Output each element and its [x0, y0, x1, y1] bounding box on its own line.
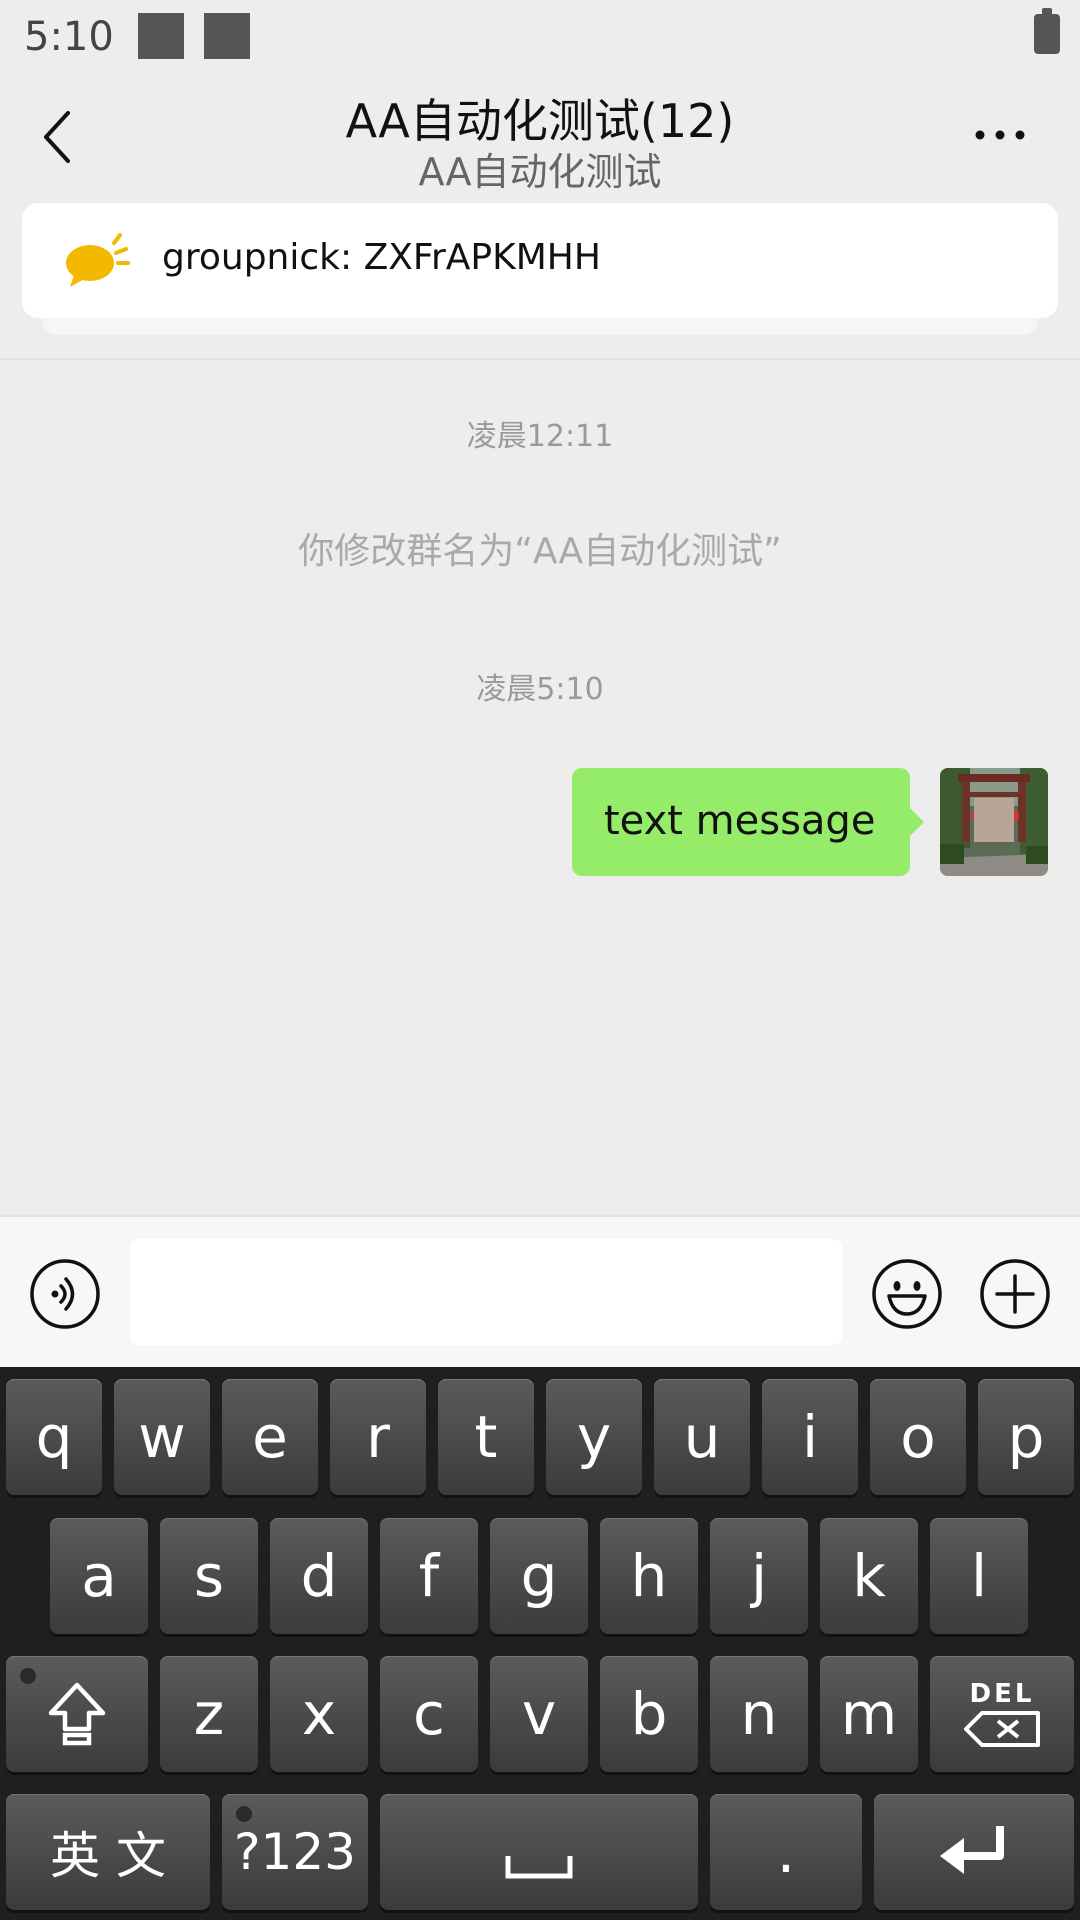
- key-indicator-dot: [20, 1668, 36, 1684]
- emoji-icon: [872, 1259, 942, 1329]
- key-w[interactable]: w: [114, 1379, 210, 1495]
- key-g[interactable]: g: [490, 1518, 588, 1634]
- status-bar: 5:10: [0, 0, 1080, 75]
- input-bar: [0, 1215, 1080, 1369]
- key-k[interactable]: k: [820, 1518, 918, 1634]
- key-m[interactable]: m: [820, 1656, 918, 1772]
- status-time: 5:10: [24, 14, 114, 60]
- key-t[interactable]: t: [438, 1379, 534, 1495]
- time-label: 凌晨12:11: [466, 419, 614, 454]
- delete-key[interactable]: DEL: [930, 1656, 1074, 1772]
- page-subtitle: AA自动化测试: [418, 150, 662, 194]
- battery-icon: [1034, 8, 1060, 54]
- key-u[interactable]: u: [654, 1379, 750, 1495]
- voice-button[interactable]: [29, 1258, 101, 1330]
- key-indicator-dot: [236, 1806, 252, 1822]
- key-z[interactable]: z: [160, 1656, 258, 1772]
- key-n[interactable]: n: [710, 1656, 808, 1772]
- message-input[interactable]: [130, 1239, 842, 1345]
- key-f[interactable]: f: [380, 1518, 478, 1634]
- message-text: text message: [604, 798, 876, 844]
- key-i[interactable]: i: [762, 1379, 858, 1495]
- key-j[interactable]: j: [710, 1518, 808, 1634]
- backspace-icon: [964, 1711, 1040, 1747]
- language-switch-key[interactable]: 英 文: [6, 1794, 210, 1910]
- avatar-image: [940, 768, 1048, 876]
- group-notice-card[interactable]: groupnick: ZXFrAPKMHH: [22, 203, 1058, 318]
- symbols-key-label: ?123: [234, 1823, 356, 1881]
- shift-key[interactable]: [6, 1656, 148, 1772]
- system-message: 你修改群名为“AA自动化测试”: [298, 531, 782, 572]
- key-c[interactable]: c: [380, 1656, 478, 1772]
- voice-icon: [30, 1259, 100, 1329]
- avatar[interactable]: [940, 768, 1048, 876]
- soft-keyboard: q w e r t y u i o p a s d f g h j k l z …: [0, 1367, 1080, 1920]
- key-a[interactable]: a: [50, 1518, 148, 1634]
- shift-icon: [48, 1682, 106, 1746]
- chat-area[interactable]: 凌晨12:11 你修改群名为“AA自动化测试” 凌晨5:10 text mess…: [0, 360, 1080, 1215]
- more-functions-button[interactable]: [979, 1258, 1051, 1330]
- enter-icon: [940, 1826, 1004, 1874]
- notification-icon: [138, 13, 184, 59]
- space-icon: [505, 1856, 573, 1879]
- key-p[interactable]: p: [978, 1379, 1074, 1495]
- enter-key[interactable]: [874, 1794, 1074, 1910]
- delete-key-label: DEL: [969, 1679, 1035, 1709]
- symbols-key[interactable]: ?123: [222, 1794, 368, 1910]
- notification-icon: [204, 13, 250, 59]
- announcement-icon: [62, 229, 142, 289]
- key-l[interactable]: l: [930, 1518, 1028, 1634]
- emoji-button[interactable]: [871, 1258, 943, 1330]
- time-label: 凌晨5:10: [476, 672, 604, 707]
- key-x[interactable]: x: [270, 1656, 368, 1772]
- key-v[interactable]: v: [490, 1656, 588, 1772]
- message-bubble[interactable]: text message: [572, 768, 924, 876]
- period-key[interactable]: .: [710, 1794, 862, 1910]
- plus-icon: [980, 1259, 1050, 1329]
- space-key[interactable]: [380, 1794, 698, 1910]
- notice-text: groupnick: ZXFrAPKMHH: [162, 237, 601, 278]
- key-y[interactable]: y: [546, 1379, 642, 1495]
- key-d[interactable]: d: [270, 1518, 368, 1634]
- more-button[interactable]: [970, 115, 1040, 155]
- key-h[interactable]: h: [600, 1518, 698, 1634]
- key-o[interactable]: o: [870, 1379, 966, 1495]
- key-s[interactable]: s: [160, 1518, 258, 1634]
- key-q[interactable]: q: [6, 1379, 102, 1495]
- key-b[interactable]: b: [600, 1656, 698, 1772]
- key-r[interactable]: r: [330, 1379, 426, 1495]
- nav-bar: AA自动化测试(12) AA自动化测试: [0, 75, 1080, 200]
- more-icon: [975, 130, 1025, 140]
- key-e[interactable]: e: [222, 1379, 318, 1495]
